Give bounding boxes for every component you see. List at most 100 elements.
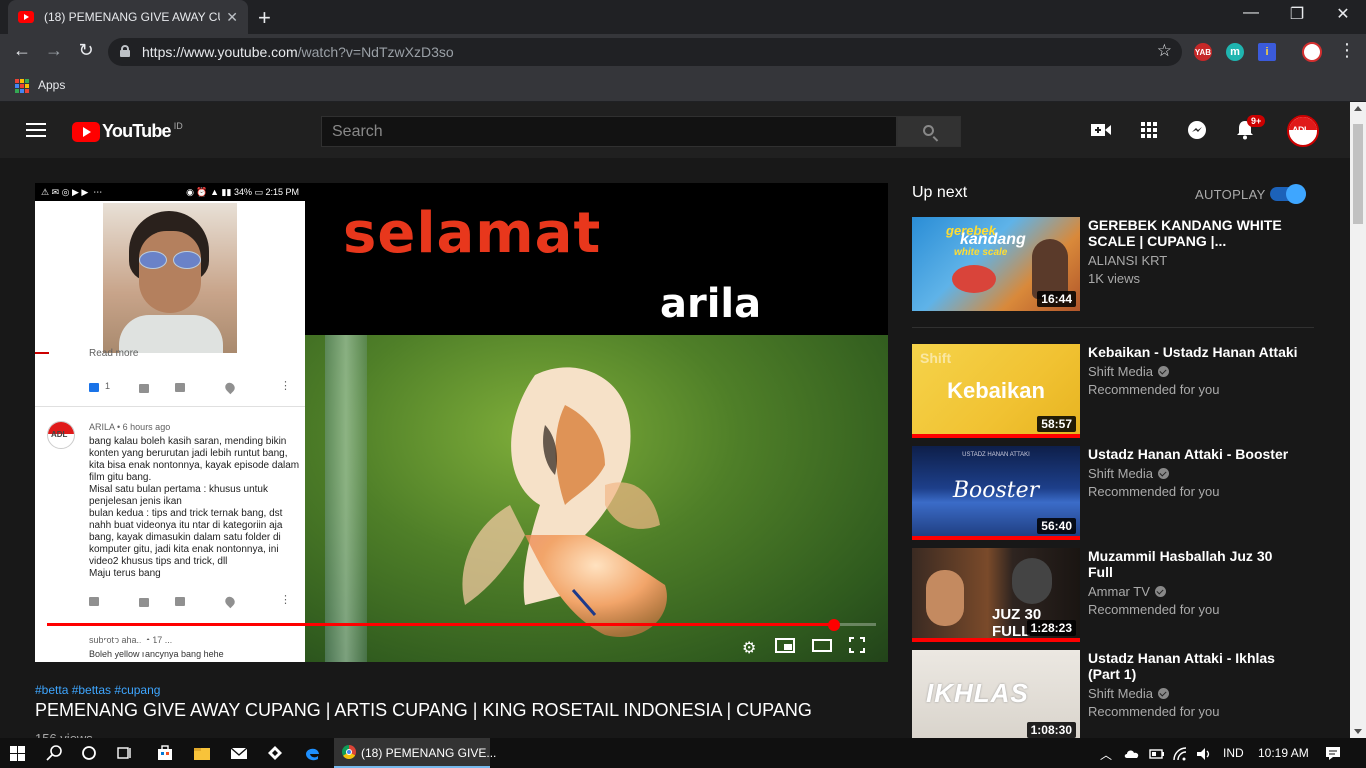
back-button[interactable]: ← xyxy=(10,40,34,61)
wifi-icon[interactable] xyxy=(1172,746,1190,762)
new-tab-button[interactable]: + xyxy=(258,5,271,31)
recommended-video[interactable]: IKHLAS 1:08:30 Ustadz Hanan Attaki - Ikh… xyxy=(912,650,1332,738)
apps-grid-icon[interactable] xyxy=(15,79,29,93)
create-video-icon[interactable] xyxy=(1089,118,1113,142)
video-thumbnail[interactable]: JUZ 30 FULL 1:28:23 xyxy=(912,548,1080,642)
phone-notification-icons: ⚠ ✉ ◎ ▶ ▶ ⋯ xyxy=(41,186,103,197)
messages-icon[interactable] xyxy=(1185,118,1209,142)
video-duration: 1:28:23 xyxy=(1026,620,1076,636)
channel-name[interactable]: Ammar TV xyxy=(1088,583,1166,601)
bookmark-star-icon[interactable]: ☆ xyxy=(1157,41,1172,61)
video-card-title[interactable]: Ustadz Hanan Attaki - Ikhlas (Part 1) xyxy=(1088,650,1288,682)
scroll-down-arrow-icon[interactable] xyxy=(1354,729,1362,734)
search-icon[interactable] xyxy=(46,745,64,761)
scrollbar-thumb[interactable] xyxy=(1353,124,1363,224)
profile-avatar-icon[interactable] xyxy=(1302,42,1322,62)
video-duration: 56:40 xyxy=(1037,518,1076,534)
file-explorer-icon[interactable] xyxy=(193,745,211,761)
system-clock[interactable]: 10:19 AM xyxy=(1258,746,1309,760)
forward-button[interactable]: → xyxy=(42,40,66,61)
like-icon xyxy=(89,597,99,606)
video-title: PEMENANG GIVE AWAY CUPANG | ARTIS CUPANG… xyxy=(35,700,812,720)
tab-close-icon[interactable]: ✕ xyxy=(226,9,238,26)
battery-icon[interactable] xyxy=(1148,746,1166,762)
language-indicator[interactable]: IND xyxy=(1223,746,1244,760)
address-bar[interactable]: https://www.youtube.com/watch?v=NdTzwXzD… xyxy=(108,38,1182,66)
progress-scrubber[interactable] xyxy=(827,619,840,631)
browser-tab[interactable]: (18) PEMENANG GIVE AWAY CUPANG ✕ xyxy=(8,0,248,34)
video-card-title[interactable]: Muzammil Hasballah Juz 30 Full xyxy=(1088,548,1288,580)
taskbar-chrome-window[interactable]: (18) PEMENANG GIVE... xyxy=(334,738,496,768)
onedrive-icon[interactable] xyxy=(1123,746,1141,762)
next-video-icon[interactable] xyxy=(103,639,117,653)
video-card-title[interactable]: GEREBEK KANDANG WHITE SCALE | CUPANG |..… xyxy=(1088,217,1288,249)
channel-name[interactable]: ALIANSI KRT xyxy=(1088,252,1167,270)
task-view-icon[interactable] xyxy=(116,745,134,761)
settings-gear-icon[interactable]: ⚙ xyxy=(742,638,756,662)
chrome-menu-icon[interactable]: ⋮ xyxy=(1338,40,1356,61)
video-thumbnail[interactable]: gerebek kandang white scale 16:44 xyxy=(912,217,1080,311)
banner-word-arila: arila xyxy=(660,281,762,327)
chrome-icon xyxy=(342,745,356,759)
apps-icon[interactable] xyxy=(1137,118,1161,142)
action-center-icon[interactable] xyxy=(1324,745,1342,761)
search-input[interactable] xyxy=(322,117,896,146)
restore-button[interactable]: ❐ xyxy=(1282,4,1312,24)
recommended-video[interactable]: JUZ 30 FULL 1:28:23 Muzammil Hasballah J… xyxy=(912,548,1332,642)
cortana-icon[interactable] xyxy=(80,745,98,761)
search-button[interactable] xyxy=(897,116,961,147)
video-card-title[interactable]: Ustadz Hanan Attaki - Booster xyxy=(1088,446,1298,462)
video-title-banner: selamat arila xyxy=(305,183,888,335)
app-icon[interactable] xyxy=(266,745,284,761)
account-avatar[interactable]: ADL xyxy=(1287,115,1319,147)
menu-hamburger-icon[interactable] xyxy=(26,123,46,137)
extension-yab-icon[interactable]: YAB xyxy=(1194,43,1212,61)
video-duration: 16:44 xyxy=(1037,291,1076,307)
search-box xyxy=(321,116,897,147)
theater-mode-icon[interactable] xyxy=(812,639,832,652)
mail-icon[interactable] xyxy=(230,745,248,761)
dislike-icon xyxy=(139,384,149,393)
youtube-header: YouTube ID 9+ ADL xyxy=(0,102,1350,158)
video-thumbnail[interactable]: Shift Kebaikan 58:57 xyxy=(912,344,1080,438)
volume-icon[interactable] xyxy=(1195,746,1213,762)
verified-icon xyxy=(1158,468,1170,479)
video-thumbnail[interactable]: IKHLAS 1:08:30 xyxy=(912,650,1080,738)
autoplay-toggle[interactable] xyxy=(1270,184,1306,204)
channel-name[interactable]: Shift Media xyxy=(1088,465,1170,483)
reload-button[interactable]: ↻ xyxy=(74,40,98,61)
window-close-button[interactable]: ✕ xyxy=(1328,4,1358,24)
channel-name[interactable]: Shift Media xyxy=(1088,363,1170,381)
heart-icon xyxy=(223,380,237,395)
fullscreen-icon[interactable] xyxy=(849,637,865,653)
extension-m-icon[interactable]: m xyxy=(1226,43,1244,61)
channel-name[interactable]: Shift Media xyxy=(1088,685,1170,703)
tab-title: (18) PEMENANG GIVE AWAY CUPANG xyxy=(44,10,220,24)
windows-start-icon[interactable] xyxy=(10,746,26,761)
miniplayer-icon[interactable] xyxy=(775,638,795,653)
recommended-video[interactable]: Shift Kebaikan 58:57 Kebaikan - Ustadz H… xyxy=(912,344,1332,438)
minimize-button[interactable]: — xyxy=(1236,4,1266,22)
video-meta: 1K views xyxy=(1088,271,1141,286)
play-icon[interactable] xyxy=(57,638,71,654)
video-thumbnail[interactable]: USTADZ HANAN ATTAKI Booster 56:40 xyxy=(912,446,1080,540)
youtube-logo[interactable]: YouTube ID xyxy=(72,121,183,142)
volume-icon[interactable] xyxy=(135,638,157,654)
edge-icon[interactable] xyxy=(303,745,321,761)
scroll-up-arrow-icon[interactable] xyxy=(1354,106,1362,111)
youtube-wordmark: YouTube xyxy=(102,121,172,141)
video-player[interactable]: ⚠ ✉ ◎ ▶ ▶ ⋯ ◉ ⏰ ▲ ▮▮ 34% ▭ 2:15 PM Read … xyxy=(35,183,888,662)
up-next-video[interactable]: gerebek kandang white scale 16:44 GEREBE… xyxy=(912,217,1332,311)
store-icon[interactable] xyxy=(156,745,174,761)
extension-i-icon[interactable]: i xyxy=(1258,43,1276,61)
phone-screen-overlay: ⚠ ✉ ◎ ▶ ▶ ⋯ ◉ ⏰ ▲ ▮▮ 34% ▭ 2:15 PM Read … xyxy=(35,183,305,662)
page-scrollbar[interactable] xyxy=(1350,102,1366,738)
show-hidden-icons-icon[interactable]: ︿ xyxy=(1100,746,1112,763)
verified-icon xyxy=(1154,586,1166,597)
video-hashtags[interactable]: #betta #bettas #cupang xyxy=(35,683,160,697)
reply-icon xyxy=(175,597,185,606)
video-card-title[interactable]: Kebaikan - Ustadz Hanan Attaki xyxy=(1088,344,1298,360)
recommended-video[interactable]: USTADZ HANAN ATTAKI Booster 56:40 Ustadz… xyxy=(912,446,1332,540)
apps-bookmark[interactable]: Apps xyxy=(38,78,65,92)
video-progress-bar[interactable] xyxy=(47,619,876,631)
